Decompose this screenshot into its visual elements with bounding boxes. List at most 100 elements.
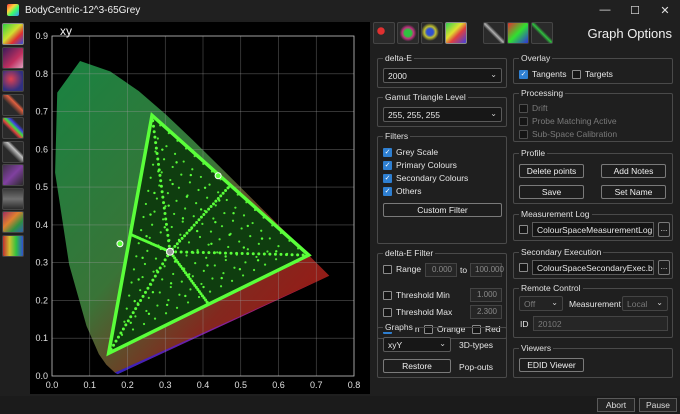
checkbox-icon[interactable] bbox=[383, 307, 392, 317]
measurement-point bbox=[222, 272, 225, 275]
dots-icon[interactable] bbox=[397, 22, 419, 44]
measurement-point bbox=[152, 270, 155, 273]
delta-e-select[interactable]: 2000 ⌄ bbox=[383, 68, 502, 83]
chromaticity-icon[interactable] bbox=[2, 23, 24, 45]
threshold-min-row[interactable]: Threshold Min bbox=[383, 290, 450, 300]
filter-primary-colours[interactable]: ✓ Primary Colours bbox=[383, 160, 457, 170]
checkbox-icon[interactable] bbox=[572, 69, 581, 79]
gamut-level-value: 255, 255, 255 bbox=[388, 110, 440, 120]
measurement-point bbox=[224, 255, 227, 258]
spectrum-ramp-icon[interactable] bbox=[2, 117, 24, 139]
measurement-point bbox=[131, 328, 135, 331]
pause-button[interactable]: Pause bbox=[639, 398, 677, 412]
threshold-min-field[interactable]: 1.000 bbox=[470, 288, 502, 302]
chevron-down-icon: ⌄ bbox=[439, 339, 446, 348]
gamut-icon[interactable] bbox=[445, 22, 467, 44]
measurement-point bbox=[224, 251, 228, 255]
measurement-point bbox=[123, 320, 126, 323]
range-checkbox-row[interactable]: Range bbox=[383, 264, 421, 274]
edid-viewer-button[interactable]: EDID Viewer bbox=[519, 358, 584, 372]
checkbox-icon[interactable] bbox=[519, 103, 528, 113]
secondary-exec-field[interactable]: ColourSpaceSecondaryExec.bat bbox=[532, 260, 654, 275]
gamut-level-select[interactable]: 255, 255, 255 ⌄ bbox=[383, 107, 502, 122]
threshold-max-field[interactable]: 2.300 bbox=[470, 305, 502, 319]
measurement-point bbox=[147, 189, 150, 192]
checkbox-checked-icon[interactable]: ✓ bbox=[383, 186, 392, 196]
checkbox-icon[interactable] bbox=[383, 290, 392, 300]
save-button[interactable]: Save bbox=[519, 185, 584, 199]
measurement-point bbox=[180, 173, 183, 176]
x-tick-label: 0.1 bbox=[83, 380, 96, 390]
measurement-log-field[interactable]: ColourSpaceMeasurementLog.csv bbox=[532, 222, 654, 237]
saturation-icon[interactable] bbox=[2, 46, 24, 69]
add-notes-button[interactable]: Add Notes bbox=[601, 164, 666, 178]
id-label: ID bbox=[520, 319, 529, 329]
measurement-select[interactable]: Local ⌄ bbox=[622, 296, 668, 311]
filter-others[interactable]: ✓ Others bbox=[383, 186, 422, 196]
filter-secondary-colours[interactable]: ✓ Secondary Colours bbox=[383, 173, 468, 183]
checkbox-checked-icon[interactable]: ✓ bbox=[383, 173, 392, 183]
abort-button[interactable]: Abort bbox=[597, 398, 635, 412]
restore-button[interactable]: Restore bbox=[383, 359, 451, 373]
measurement-point bbox=[211, 202, 215, 206]
measurement-point bbox=[140, 229, 143, 232]
custom-filter-button[interactable]: Custom Filter bbox=[383, 203, 502, 217]
remote-id-field[interactable]: 20102 bbox=[533, 316, 668, 331]
measurement-point bbox=[134, 307, 138, 311]
tangents-row[interactable]: ✓ Tangents bbox=[519, 69, 567, 79]
chromaticity-plot[interactable]: 0.0 0.1 0.2 0.3 0.4 0.5 0.6 0.7 0.8 0.9 0.8 0.7 0.6 0… bbox=[30, 22, 370, 394]
graphs-title: Graphs bbox=[383, 322, 415, 332]
minimize-icon[interactable]: — bbox=[590, 0, 620, 20]
hue-cross-icon[interactable] bbox=[507, 22, 529, 44]
grid-cross-icon[interactable] bbox=[531, 22, 553, 44]
checkbox-icon[interactable] bbox=[519, 225, 528, 234]
waveform-icon[interactable] bbox=[2, 234, 24, 257]
browse-exec-button[interactable]: ... bbox=[658, 260, 670, 275]
set-name-button[interactable]: Set Name bbox=[601, 185, 666, 199]
targets-row[interactable]: Targets bbox=[572, 69, 613, 79]
measurement-point bbox=[197, 218, 201, 222]
measurement-point bbox=[268, 237, 271, 240]
target-marker[interactable] bbox=[116, 240, 124, 248]
close-icon[interactable]: ✕ bbox=[650, 0, 680, 20]
sub-space-row[interactable]: Sub-Space Calibration bbox=[519, 129, 617, 139]
target-marker[interactable] bbox=[214, 172, 222, 180]
measurement-point bbox=[301, 253, 305, 257]
threshold-max-row[interactable]: Threshold Max bbox=[383, 307, 452, 317]
checkbox-icon[interactable] bbox=[519, 129, 528, 139]
probe-matching-row[interactable]: Probe Matching Active bbox=[519, 116, 617, 126]
delete-points-button[interactable]: Delete points bbox=[519, 164, 584, 178]
cie-xy-chart[interactable]: 0.0 0.1 0.2 0.3 0.4 0.5 0.6 0.7 0.8 0.9 0.8 0.7 0.6 0… bbox=[30, 22, 370, 394]
primaries-icon[interactable] bbox=[373, 22, 395, 44]
maximize-icon[interactable]: ☐ bbox=[620, 0, 650, 20]
checkbox-checked-icon[interactable]: ✓ bbox=[519, 69, 528, 79]
graph-type-select[interactable]: xyY ⌄ bbox=[383, 337, 451, 352]
grey-ramp-icon[interactable] bbox=[2, 140, 24, 163]
filter-grey-scale[interactable]: ✓ Grey Scale bbox=[383, 147, 438, 157]
browse-log-button[interactable]: ... bbox=[658, 222, 670, 237]
luminance-icon[interactable] bbox=[2, 187, 24, 210]
checkbox-icon[interactable] bbox=[383, 264, 392, 274]
checkbox-icon[interactable] bbox=[519, 263, 528, 272]
colour-scatter-icon[interactable] bbox=[2, 70, 24, 92]
range-min-field[interactable]: 0.000 bbox=[425, 263, 457, 277]
measurement-point bbox=[151, 278, 155, 282]
measure-icon[interactable] bbox=[421, 22, 443, 44]
drift-row[interactable]: Drift bbox=[519, 103, 548, 113]
measurement-point bbox=[262, 216, 265, 219]
measurement-point bbox=[171, 165, 174, 169]
range-max-field[interactable]: 100.000 bbox=[470, 263, 504, 277]
swatch-grid-icon[interactable] bbox=[2, 211, 24, 233]
gradient-ramp-icon[interactable] bbox=[2, 93, 24, 116]
checkbox-checked-icon[interactable]: ✓ bbox=[383, 160, 392, 170]
ramp-cross-icon[interactable] bbox=[483, 22, 505, 44]
chevron-down-icon: ⌄ bbox=[656, 298, 663, 307]
measurement-point bbox=[240, 251, 244, 255]
cube-icon[interactable] bbox=[2, 164, 24, 186]
checkbox-checked-icon[interactable]: ✓ bbox=[383, 147, 392, 157]
checkbox-icon[interactable] bbox=[519, 116, 528, 126]
remote-mode-select[interactable]: Off ⌄ bbox=[519, 296, 563, 311]
x-tick-label: 0.4 bbox=[197, 380, 210, 390]
measurement-point bbox=[145, 235, 148, 238]
white-point-marker[interactable] bbox=[166, 247, 175, 256]
